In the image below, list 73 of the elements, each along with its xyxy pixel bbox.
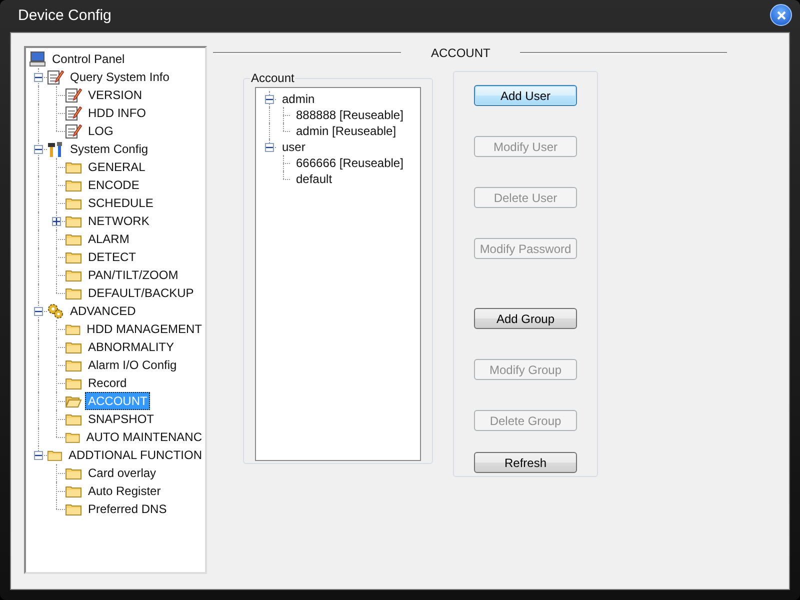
tree-item[interactable]: Control Panel	[49, 50, 128, 68]
group-label: Account	[250, 71, 296, 85]
gears-icon	[47, 303, 64, 319]
folder-icon	[65, 430, 80, 444]
tree-item[interactable]: Record	[85, 374, 130, 392]
tree-item[interactable]: SNAPSHOT	[85, 410, 158, 428]
action-button[interactable]: Add User	[474, 85, 577, 106]
tree-item[interactable]: HDD INFO	[85, 104, 149, 122]
tree-item[interactable]: Auto Register	[85, 482, 164, 500]
tree-item[interactable]: HDD MANAGEMENT	[84, 320, 205, 338]
folder-icon	[65, 484, 82, 498]
open-folder-icon	[65, 394, 82, 408]
tree-item[interactable]: Card overlay	[85, 464, 160, 482]
tree-item[interactable]: ALARM	[85, 230, 132, 248]
folder-icon	[65, 286, 82, 300]
action-button[interactable]: Add Group	[474, 308, 577, 329]
tree-item[interactable]: Query System Info	[67, 68, 172, 86]
folder-icon	[65, 232, 82, 246]
tree-item[interactable]: ENCODE	[85, 176, 142, 194]
folder-icon	[65, 340, 82, 354]
close-button[interactable]	[770, 4, 792, 26]
tree-item[interactable]: DETECT	[85, 248, 139, 266]
collapse-toggle[interactable]	[34, 306, 42, 316]
tree-item[interactable]: ADDTIONAL FUNCTION	[65, 446, 205, 464]
plus-icon	[52, 218, 60, 224]
folder-icon	[65, 250, 82, 264]
folder-icon	[65, 502, 82, 516]
tree-item[interactable]: default	[293, 170, 336, 188]
folder-icon	[65, 214, 82, 228]
tree-item[interactable]: user	[279, 138, 308, 156]
folder-icon	[65, 358, 82, 372]
folder-icon	[47, 448, 62, 462]
tree-item[interactable]: VERSION	[85, 86, 146, 104]
folder-icon	[65, 376, 82, 390]
tree-item[interactable]: System Config	[67, 140, 152, 158]
folder-icon	[65, 466, 82, 480]
tree-item[interactable]: admin [Reuseable]	[293, 122, 400, 140]
collapse-toggle[interactable]	[264, 94, 274, 104]
tree-item[interactable]: 666666 [Reuseable]	[293, 154, 406, 172]
tree-item[interactable]: PAN/TILT/ZOOM	[85, 266, 182, 284]
folder-icon	[65, 160, 82, 174]
tree-item[interactable]: LOG	[85, 122, 116, 140]
window-title: Device Config	[18, 6, 112, 24]
collapse-toggle[interactable]	[34, 450, 42, 460]
notepad-icon	[65, 87, 82, 103]
notepad-icon	[65, 105, 82, 121]
expand-toggle[interactable]	[52, 216, 60, 226]
tree-item[interactable]: SCHEDULE	[85, 194, 156, 212]
tree-item[interactable]: 888888 [Reuseable]	[293, 106, 406, 124]
collapse-toggle[interactable]	[34, 72, 42, 82]
tree-item[interactable]: GENERAL	[85, 158, 148, 176]
notepad-icon	[65, 123, 82, 139]
folder-icon	[65, 268, 82, 282]
folder-icon	[65, 322, 81, 336]
tools-icon	[47, 141, 64, 157]
action-button[interactable]: Refresh	[474, 452, 577, 473]
collapse-toggle[interactable]	[264, 142, 274, 152]
notepad-icon	[47, 69, 64, 85]
tree-item[interactable]: Preferred DNS	[85, 500, 170, 518]
tree-item[interactable]: NETWORK	[85, 212, 152, 230]
section-title: ACCOUNT	[431, 46, 490, 60]
folder-icon	[65, 196, 82, 210]
monitor-icon	[29, 51, 46, 67]
tree-item[interactable]: AUTO MAINTENANC	[83, 428, 205, 446]
close-icon	[776, 10, 786, 20]
tree-item[interactable]: ABNORMALITY	[85, 338, 178, 356]
tree-item[interactable]: ADVANCED	[67, 302, 139, 320]
tree-item[interactable]: Alarm I/O Config	[85, 356, 180, 374]
collapse-toggle[interactable]	[34, 144, 42, 154]
tree-item[interactable]: admin	[279, 90, 318, 108]
folder-icon	[65, 178, 82, 192]
folder-icon	[65, 412, 82, 426]
tree-item[interactable]: DEFAULT/BACKUP	[85, 284, 197, 302]
